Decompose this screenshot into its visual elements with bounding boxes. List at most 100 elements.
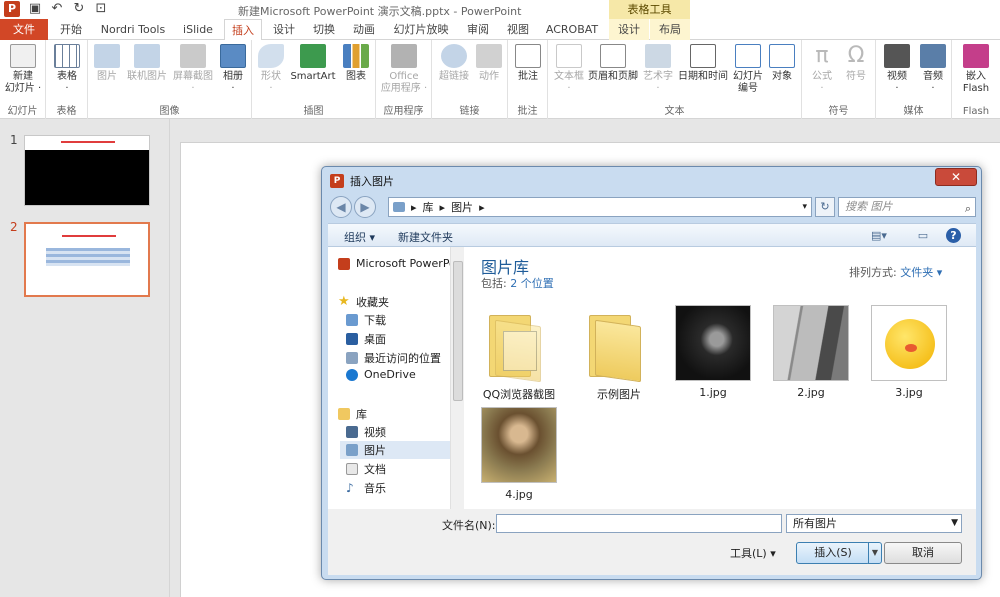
chart-button[interactable]: 图表 [340, 44, 372, 83]
search-input[interactable]: 搜索 图片 ⌕ [838, 197, 976, 217]
new-slide-button[interactable]: 新建 幻灯片 · [3, 44, 43, 95]
shapes-button[interactable]: 形状 · [256, 44, 286, 95]
tab-design[interactable]: 设计 [266, 19, 302, 40]
slide-thumbnail-2[interactable] [24, 222, 150, 297]
file-item[interactable]: 1.jpg [667, 305, 759, 399]
slide-number-button[interactable]: 幻灯片 编号 [730, 44, 766, 95]
locations-link[interactable]: 2 个位置 [510, 277, 554, 290]
picture-button[interactable]: 图片 [92, 44, 122, 83]
tab-table-layout[interactable]: 布局 [650, 19, 690, 40]
file-item[interactable]: 示例图片 [573, 305, 665, 402]
tab-file[interactable]: 文件 [0, 19, 48, 40]
textbox-button[interactable]: 文本框 · [552, 44, 586, 95]
tab-table-design[interactable]: 设计 [609, 19, 649, 40]
file-item[interactable]: 4.jpg [473, 407, 565, 501]
header-footer-button[interactable]: 页眉和页脚 [586, 44, 640, 83]
download-icon [346, 314, 358, 326]
file-item[interactable]: 2.jpg [765, 305, 857, 399]
embed-flash-button[interactable]: 嵌入 Flash [956, 44, 996, 95]
address-dropdown-icon[interactable]: ▾ [802, 202, 807, 212]
smartart-button[interactable]: SmartArt [288, 44, 338, 83]
nav-item-pictures[interactable]: 图片 [340, 441, 450, 459]
tab-animations[interactable]: 动画 [346, 19, 382, 40]
save-icon[interactable]: ▣ [28, 2, 42, 16]
screenshot-button[interactable]: 屏幕截图 · [170, 44, 216, 95]
nav-item-favorites[interactable]: ★ 收藏夹 [338, 294, 450, 310]
calendar-icon [690, 44, 716, 68]
office-apps-icon [391, 44, 417, 68]
navigation-pane: Microsoft PowerPoint ★收藏夹 下载 桌面 最近访问的位置 … [328, 247, 464, 509]
tab-nordri-tools[interactable]: Nordri Tools [94, 19, 172, 40]
cloud-icon [346, 368, 358, 381]
group-comments: 批注 批注 [508, 40, 548, 119]
equation-button[interactable]: π 公式 · [806, 44, 838, 95]
screenshot-icon [180, 44, 206, 68]
cancel-button[interactable]: 取消 [884, 542, 962, 564]
insert-button[interactable]: 插入(S) [796, 542, 870, 564]
nav-item-libraries[interactable]: 库 [338, 406, 450, 422]
hyperlink-button[interactable]: 超链接 [436, 44, 472, 83]
customize-qat-icon[interactable]: ⊡ [94, 2, 108, 16]
breadcrumb-pictures[interactable]: 图片 [451, 199, 473, 215]
file-item[interactable]: QQ浏览器截图 [473, 305, 565, 402]
slide-thumbnail-1[interactable] [24, 135, 150, 206]
address-bar[interactable]: ▸ 库 ▸ 图片 ▸ ▾ [388, 197, 812, 217]
refresh-button[interactable]: ↻ [815, 197, 835, 217]
undo-icon[interactable]: ↶ [50, 2, 64, 16]
file-list: 图片库 包括: 2 个位置 排列方式: 文件夹 ▾ QQ浏览器截图 示例图片 1… [465, 247, 976, 509]
audio-button[interactable]: 音频 · [916, 44, 950, 95]
object-button[interactable]: 对象 [766, 44, 798, 83]
nav-item-documents[interactable]: 文档 [346, 461, 450, 477]
group-images: 图片 联机图片 屏幕截图 · 相册 · 图像 [88, 40, 252, 119]
symbol-button[interactable]: Ω 符号 [840, 44, 872, 83]
new-folder-button[interactable]: 新建文件夹 [398, 229, 453, 245]
insert-options-button[interactable]: ▼ [868, 542, 882, 564]
nav-item-downloads[interactable]: 下载 [346, 312, 450, 328]
tab-insert[interactable]: 插入 [224, 19, 262, 41]
group-slides: 新建 幻灯片 · 幻灯片 [0, 40, 46, 119]
breadcrumb-library[interactable]: 库 [423, 199, 434, 215]
nav-item-music[interactable]: ♪ 音乐 [346, 480, 450, 496]
navigation-scrollbar[interactable] [450, 247, 464, 509]
video-button[interactable]: 视频 · [880, 44, 914, 95]
filename-input[interactable] [496, 514, 782, 533]
preview-pane-icon[interactable]: ▭ [914, 227, 932, 244]
action-button[interactable]: 动作 [474, 44, 504, 83]
file-item[interactable]: 3.jpg [863, 305, 955, 399]
close-button[interactable]: ✕ [935, 168, 977, 186]
nav-item-desktop[interactable]: 桌面 [346, 331, 450, 347]
tab-acrobat[interactable]: ACROBAT [540, 19, 604, 40]
back-button[interactable]: ◀ [330, 196, 352, 218]
organize-button[interactable]: 组织 ▾ [344, 229, 375, 245]
tab-transitions[interactable]: 切换 [306, 19, 342, 40]
tab-review[interactable]: 审阅 [460, 19, 496, 40]
sort-by-dropdown[interactable]: 文件夹 ▾ [900, 266, 942, 279]
office-apps-button[interactable]: Office 应用程序 · [379, 44, 429, 95]
video-icon [884, 44, 910, 68]
chevron-right-icon: ▸ [411, 200, 417, 214]
redo-icon[interactable]: ↻ [72, 2, 86, 16]
datetime-button[interactable]: 日期和时间 [676, 44, 730, 83]
comment-button[interactable]: 批注 [512, 44, 544, 83]
nav-item-onedrive[interactable]: OneDrive [346, 368, 450, 381]
tab-islide[interactable]: iSlide [176, 19, 220, 40]
powerpoint-icon [338, 257, 350, 270]
nav-item-recent[interactable]: 最近访问的位置 [346, 350, 450, 366]
photo-thumbnail [773, 305, 849, 381]
dialog-title-bar: P 插入图片 [330, 173, 394, 189]
online-picture-button[interactable]: 联机图片 [124, 44, 170, 83]
filetype-select[interactable]: 所有图片 ▼ [786, 514, 962, 533]
table-button[interactable]: 表格 · [49, 44, 85, 95]
tools-button[interactable]: 工具(L) ▾ [730, 545, 776, 561]
nav-item-videos[interactable]: 视频 [346, 424, 450, 440]
tab-home[interactable]: 开始 [52, 19, 90, 40]
scrollbar-thumb[interactable] [453, 261, 463, 401]
forward-button[interactable]: ▶ [354, 196, 376, 218]
tab-slideshow[interactable]: 幻灯片放映 [386, 19, 456, 40]
wordart-button[interactable]: 艺术字 · [640, 44, 676, 95]
nav-item-powerpoint[interactable]: Microsoft PowerPoint [338, 257, 450, 270]
tab-view[interactable]: 视图 [500, 19, 536, 40]
view-options-icon[interactable]: ▤▾ [870, 227, 888, 244]
album-button[interactable]: 相册 · [218, 44, 248, 95]
help-icon[interactable]: ? [946, 228, 961, 243]
